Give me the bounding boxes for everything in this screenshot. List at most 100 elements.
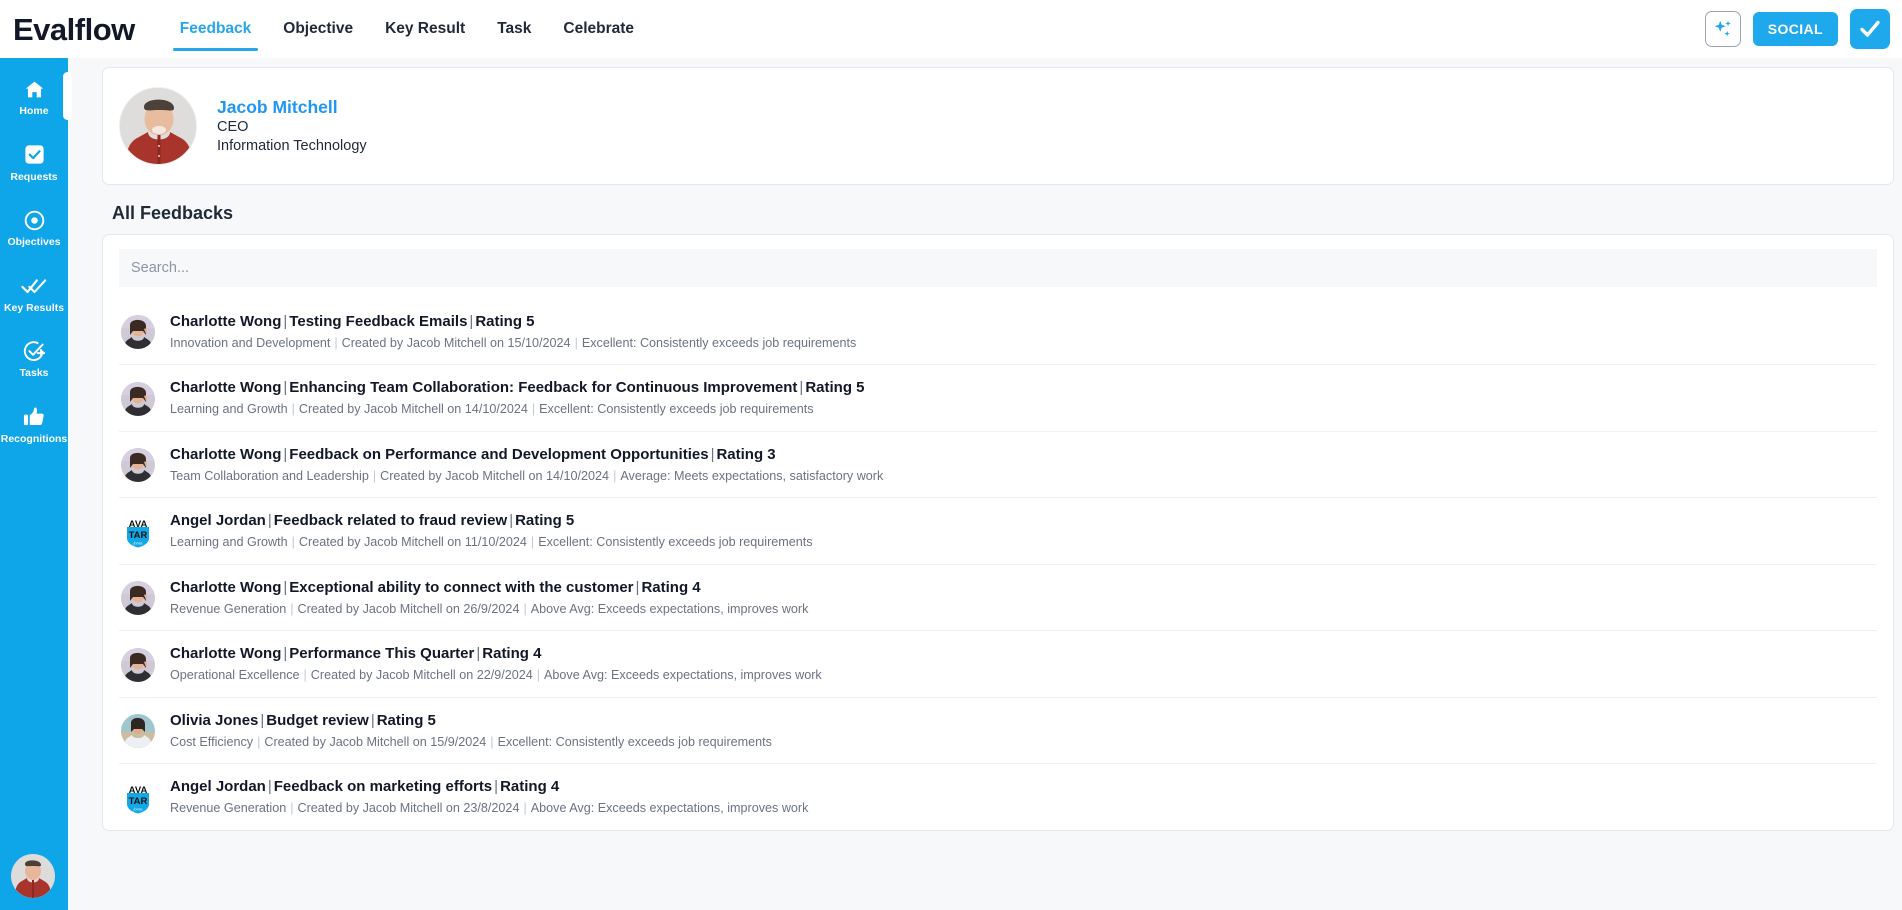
feedback-rating: Rating 5 xyxy=(475,313,534,330)
feedback-meta: Learning and Growth|Created by Jacob Mit… xyxy=(170,402,865,418)
profile-role: CEO xyxy=(217,118,367,137)
feedback-row[interactable]: AVA TAR forms Angel Jordan|Feedback rela… xyxy=(119,497,1877,563)
profile-info: Jacob Mitchell CEO Information Technolog… xyxy=(217,96,367,157)
feedback-title: Olivia Jones|Budget review|Rating 5 xyxy=(170,712,772,731)
svg-text:TAR: TAR xyxy=(129,796,148,807)
feedback-person: Angel Jordan xyxy=(170,778,266,795)
left-sidebar: Home Requests Objectives Key Results Tas… xyxy=(0,58,68,910)
sidebar-item-tasks[interactable]: Tasks xyxy=(0,338,68,380)
title-separator: | xyxy=(369,712,377,729)
feedback-avatar[interactable] xyxy=(121,714,155,748)
feedback-row[interactable]: Charlotte Wong|Performance This Quarter|… xyxy=(119,630,1877,696)
main-tabs: Feedback Objective Key Result Task Celeb… xyxy=(164,0,650,58)
sidebar-item-label: Tasks xyxy=(20,368,49,380)
feedback-meta: Cost Efficiency|Created by Jacob Mitchel… xyxy=(170,735,772,751)
sidebar-user-avatar[interactable] xyxy=(11,854,55,898)
feedback-category: Team Collaboration and Leadership xyxy=(170,469,369,483)
feedback-avatar[interactable] xyxy=(121,448,155,482)
feedback-text: Angel Jordan|Feedback related to fraud r… xyxy=(170,512,813,550)
profile-avatar[interactable] xyxy=(119,87,197,165)
profile-avatar-image xyxy=(120,88,197,165)
social-button[interactable]: SOCIAL xyxy=(1753,12,1838,46)
tab-celebrate[interactable]: Celebrate xyxy=(547,0,650,58)
feedback-category: Learning and Growth xyxy=(170,535,288,549)
sidebar-item-requests[interactable]: Requests xyxy=(0,142,68,184)
feedback-avatar-image xyxy=(121,315,155,349)
task-add-icon xyxy=(22,338,46,364)
feedback-avatar[interactable] xyxy=(121,315,155,349)
feedback-assessment: Above Avg: Exceeds expectations, improve… xyxy=(531,602,809,616)
feedback-avatar[interactable] xyxy=(121,382,155,416)
feedback-row[interactable]: Charlotte Wong | Testing Feedback Emails | R… xyxy=(119,299,1877,364)
feedback-row[interactable]: Charlotte Wong|Exceptional ability to co… xyxy=(119,564,1877,630)
feedback-person: Charlotte Wong xyxy=(170,446,281,463)
feedback-rating: Rating 3 xyxy=(716,446,775,463)
feedback-text: Olivia Jones|Budget review|Rating 5 Cost… xyxy=(170,712,772,750)
meta-separator: | xyxy=(330,336,341,350)
feedback-category: Revenue Generation xyxy=(170,602,286,616)
checkbox-icon xyxy=(23,142,46,168)
feedback-avatar[interactable] xyxy=(121,648,155,682)
feedback-rating: Rating 4 xyxy=(482,645,541,662)
top-bar-actions: SOCIAL xyxy=(1705,9,1890,49)
feedback-row[interactable]: Charlotte Wong|Enhancing Team Collaborat… xyxy=(119,364,1877,430)
feedback-title: Charlotte Wong|Testing Feedback Emails|R… xyxy=(170,313,856,332)
feedback-created-by: Created by Jacob Mitchell on 15/10/2024 xyxy=(342,336,571,350)
feedback-category: Innovation and Development xyxy=(170,336,330,350)
feedback-title: Charlotte Wong|Performance This Quarter|… xyxy=(170,645,822,664)
feedback-avatar-image xyxy=(121,714,155,748)
tab-objective[interactable]: Objective xyxy=(267,0,369,58)
avatar-placeholder-icon: AVA TAR forms xyxy=(121,781,155,815)
feedback-subject: Testing Feedback Emails xyxy=(289,313,467,330)
feedback-row[interactable]: AVA TAR forms Angel Jordan|Feedback on m… xyxy=(119,763,1877,829)
check-icon xyxy=(1858,17,1882,41)
meta-separator: | xyxy=(286,602,297,616)
double-check-icon xyxy=(21,273,47,299)
title-separator: | xyxy=(266,778,274,795)
meta-separator: | xyxy=(571,336,582,350)
feedback-subject: Feedback related to fraud review xyxy=(274,512,507,529)
feedback-list-card: Charlotte Wong|Testing Feedback Emails|R… xyxy=(102,234,1894,831)
feedback-avatar-image xyxy=(121,648,155,682)
sidebar-item-home[interactable]: Home xyxy=(0,76,68,118)
target-icon xyxy=(23,207,46,233)
svg-text:AVA: AVA xyxy=(129,519,148,530)
feedback-rating: Rating 5 xyxy=(515,512,574,529)
feedback-assessment: Excellent: Consistently exceeds job requ… xyxy=(582,336,856,350)
feedback-text: Charlotte Wong|Enhancing Team Collaborat… xyxy=(170,379,865,417)
feedback-title: Angel Jordan|Feedback related to fraud r… xyxy=(170,512,813,531)
profile-name[interactable]: Jacob Mitchell xyxy=(217,96,367,119)
feedback-row[interactable]: Charlotte Wong|Feedback on Performance a… xyxy=(119,431,1877,497)
meta-separator: | xyxy=(288,402,299,416)
search-input[interactable] xyxy=(119,249,1877,287)
tab-key-result[interactable]: Key Result xyxy=(369,0,481,58)
feedback-meta: Operational Excellence|Created by Jacob … xyxy=(170,668,822,684)
sidebar-item-label: Requests xyxy=(10,172,57,184)
tab-label: Celebrate xyxy=(563,20,634,38)
feedback-row[interactable]: Olivia Jones|Budget review|Rating 5 Cost… xyxy=(119,697,1877,763)
meta-separator: | xyxy=(527,535,538,549)
svg-text:AVA: AVA xyxy=(129,785,148,796)
tab-feedback[interactable]: Feedback xyxy=(164,0,268,58)
feedback-avatar[interactable] xyxy=(121,581,155,615)
feedback-category: Operational Excellence xyxy=(170,668,300,682)
feedback-rating: Rating 5 xyxy=(805,379,864,396)
feedback-meta: Team Collaboration and Leadership|Create… xyxy=(170,469,883,485)
sidebar-item-recognitions[interactable]: Recognitions xyxy=(0,404,68,446)
feedback-created-by: Created by Jacob Mitchell on 14/10/2024 xyxy=(299,402,528,416)
feedback-created-by: Created by Jacob Mitchell on 26/9/2024 xyxy=(298,602,520,616)
feedback-person: Charlotte Wong xyxy=(170,313,281,330)
feedback-text: Charlotte Wong|Exceptional ability to co… xyxy=(170,579,808,617)
ai-sparkle-button[interactable] xyxy=(1705,11,1741,47)
svg-text:forms: forms xyxy=(133,806,143,811)
thumbs-up-icon xyxy=(22,404,46,430)
feedback-created-by: Created by Jacob Mitchell on 14/10/2024 xyxy=(380,469,609,483)
confirm-check-button[interactable] xyxy=(1850,9,1890,49)
sidebar-item-objectives[interactable]: Objectives xyxy=(0,207,68,249)
feedback-created-by: Created by Jacob Mitchell on 22/9/2024 xyxy=(311,668,533,682)
tab-task[interactable]: Task xyxy=(481,0,547,58)
page-title: All Feedbacks xyxy=(112,203,1894,224)
sidebar-item-key-results[interactable]: Key Results xyxy=(0,273,68,315)
sparkle-icon xyxy=(1712,18,1734,40)
home-icon xyxy=(23,76,46,102)
